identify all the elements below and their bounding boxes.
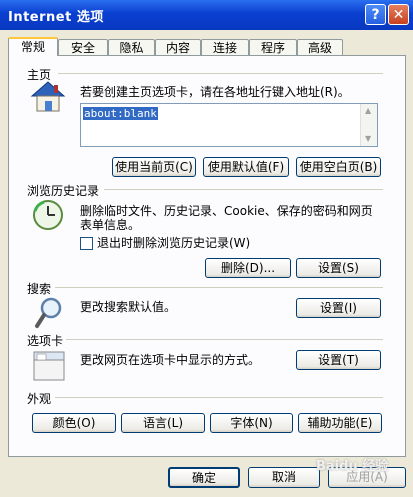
cancel-button[interactable]: 取消 [248,467,320,488]
home-description: 若要创建主页选项卡，请在各地址行键入地址(R)。 [80,85,350,99]
tabs-description: 更改网页在选项卡中显示的方式。 [80,353,261,367]
tab-security[interactable]: 安全 [58,39,108,55]
history-divider [104,189,383,190]
search-settings-button[interactable]: 设置(I) [296,298,381,318]
close-button[interactable]: ✕ [388,4,409,25]
tabs-window-icon [33,351,65,381]
tabs-settings-button[interactable]: 设置(T) [296,350,381,370]
history-group-label: 浏览历史记录 [27,184,100,198]
use-default-button[interactable]: 使用默认值(F) [203,157,289,177]
appearance-divider [55,397,383,398]
search-icon [35,297,62,328]
tab-advanced[interactable]: 高级 [297,39,343,55]
title-bar: Internet 选项 ? ✕ [0,0,413,30]
tab-general[interactable]: 常规 [8,37,58,56]
help-button[interactable]: ? [365,4,386,25]
tab-connections[interactable]: 连接 [201,39,249,55]
watermark-logo: Baidu 经验 [316,459,389,474]
history-desc-line1: 删除临时文件、历史记录、Cookie、保存的密码和网页 [80,204,373,218]
url-scrollbar[interactable]: ▲ ▼ [360,104,377,146]
home-divider [58,73,383,74]
home-url-value: about:blank [83,107,158,120]
home-icon [30,81,66,112]
tabs-divider [66,339,383,340]
delete-on-exit-checkbox[interactable] [80,237,93,250]
tab-privacy[interactable]: 隐私 [108,39,155,55]
use-blank-button[interactable]: 使用空白页(B) [296,157,381,177]
history-settings-button[interactable]: 设置(S) [296,258,381,278]
colors-button[interactable]: 颜色(O) [32,413,116,433]
history-desc-line2: 表单信息。 [80,218,141,232]
scroll-down-icon[interactable]: ▼ [365,134,371,143]
tab-content[interactable]: 内容 [155,39,201,55]
history-clock-icon [33,200,63,230]
search-description: 更改搜索默认值。 [80,300,177,314]
search-group-label: 搜索 [27,282,52,296]
ok-button[interactable]: 确定 [168,467,240,488]
languages-button[interactable]: 语言(L) [121,413,205,433]
tabs-group-label: 选项卡 [27,334,64,348]
accessibility-button[interactable]: 辅助功能(E) [298,413,382,433]
window-title: Internet 选项 [8,10,104,25]
delete-history-button[interactable]: 删除(D)... [205,258,291,278]
delete-on-exit-label[interactable]: 退出时删除浏览历史记录(W) [97,236,250,251]
search-divider [55,287,383,288]
appearance-group-label: 外观 [27,392,52,406]
use-current-button[interactable]: 使用当前页(C) [112,157,196,177]
scroll-up-icon[interactable]: ▲ [365,106,371,115]
home-url-input[interactable]: about:blank ▲ ▼ [80,103,378,147]
fonts-button[interactable]: 字体(N) [210,413,293,433]
tab-programs[interactable]: 程序 [249,39,297,55]
